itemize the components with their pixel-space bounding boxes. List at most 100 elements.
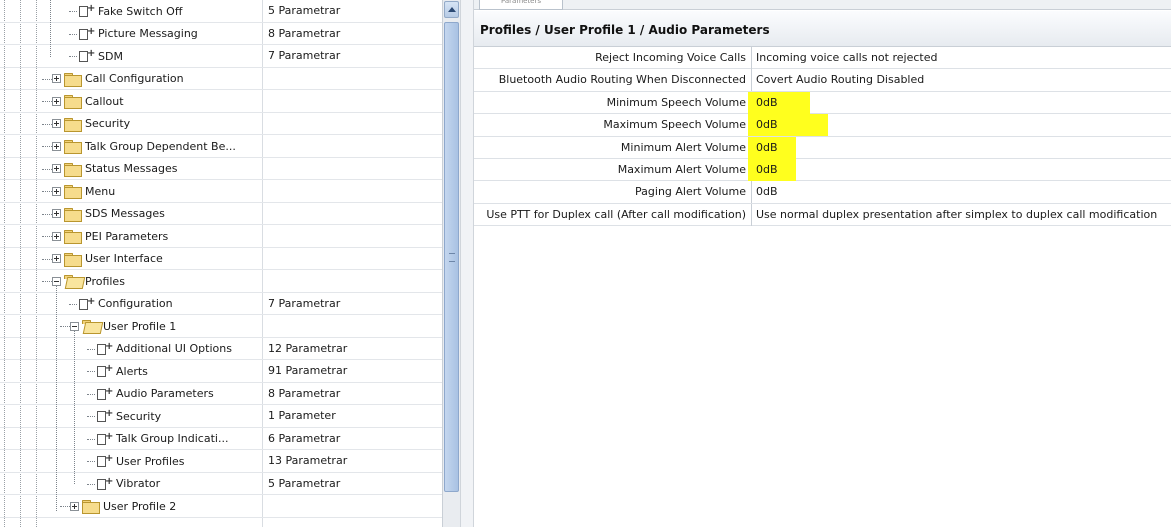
tree-node: User Profiles xyxy=(96,450,185,472)
tree-node: Profiles xyxy=(52,270,125,292)
tree-node-label: Talk Group Indicati... xyxy=(116,432,229,445)
folder-open-icon xyxy=(64,275,81,287)
tree-row[interactable]: Picture Messaging 8 Parametrar xyxy=(0,23,442,45)
tree-row[interactable]: Talk Group Dependent Be... xyxy=(0,135,442,158)
tree-row[interactable]: User Interface xyxy=(0,248,442,270)
tree-row[interactable]: User Profile 2 xyxy=(0,495,442,518)
tree-node-label: Picture Messaging xyxy=(98,27,198,40)
parameter-set-icon xyxy=(78,26,95,40)
collapse-icon[interactable] xyxy=(70,321,79,331)
expand-icon[interactable] xyxy=(52,209,61,218)
parameter-grid: Reject Incoming Voice Calls Incoming voic… xyxy=(474,47,1171,227)
tree-connector xyxy=(74,331,75,484)
parameter-set-icon xyxy=(78,3,95,17)
parameter-row[interactable]: Maximum Alert Volume 0dB xyxy=(474,158,1171,182)
breadcrumb: Profiles / User Profile 1 / Audio Parame… xyxy=(474,11,1171,47)
tree-node: Talk Group Indicati... xyxy=(96,428,228,450)
tree-connector xyxy=(42,78,52,80)
expand-icon[interactable] xyxy=(52,186,61,196)
tree-row[interactable]: Alerts 91 Parametrar xyxy=(0,360,442,383)
tree-scrollbar[interactable] xyxy=(442,0,460,527)
tree-node-label: User Profiles xyxy=(116,454,185,468)
tree-row[interactable]: Call Configuration xyxy=(0,68,442,90)
folder-icon xyxy=(82,500,100,514)
tab-parameters[interactable]: Parameters xyxy=(479,0,563,10)
tree-node: Callout xyxy=(52,90,124,112)
expand-icon[interactable] xyxy=(52,164,61,173)
parameter-set-icon xyxy=(78,296,95,310)
tree-node-label: SDM xyxy=(98,49,123,63)
tree-row[interactable]: Profiles xyxy=(0,270,442,293)
tree-row[interactable]: Status Messages xyxy=(0,158,442,180)
folder-icon xyxy=(64,252,82,267)
tree-row[interactable]: Talk Group Indicati... 6 Parametrar xyxy=(0,428,442,450)
tree-connector xyxy=(42,191,52,192)
parameter-name: Minimum Alert Volume xyxy=(620,140,746,154)
tree-node-label: Alerts xyxy=(116,364,148,378)
parameter-value[interactable]: Use normal duplex presentation after sim… xyxy=(752,204,1157,226)
tree-row[interactable]: Security 1 Parameter xyxy=(0,405,442,428)
tree-row[interactable]: SDS Messages xyxy=(0,203,442,225)
tree-row[interactable]: PEI Parameters xyxy=(0,225,442,248)
parameter-value[interactable]: 0dB xyxy=(752,159,778,181)
tab-strip: Parameters xyxy=(474,0,1171,10)
expand-icon[interactable] xyxy=(52,141,61,151)
tree-row[interactable]: User Profiles 13 Parametrar xyxy=(0,450,442,473)
parameter-value[interactable]: 0dB xyxy=(752,92,778,114)
parameter-value[interactable]: Incoming voice calls not rejected xyxy=(752,47,937,69)
parameters-panel: Parameters Profiles / User Profile 1 / A… xyxy=(474,0,1171,527)
tree-node-count: 5 Parametrar xyxy=(268,476,341,490)
tree-row[interactable]: User Profile 1 xyxy=(0,315,442,338)
parameter-row[interactable]: Bluetooth Audio Routing When Disconnecte… xyxy=(474,69,1171,92)
parameter-row[interactable]: Minimum Alert Volume 0dB xyxy=(474,136,1171,159)
parameter-set-icon xyxy=(96,476,113,490)
parameter-value[interactable]: 0dB xyxy=(752,181,778,203)
collapse-icon[interactable] xyxy=(52,276,61,286)
tree-node: Fake Switch Off xyxy=(78,0,182,22)
scroll-thumb[interactable] xyxy=(444,22,459,492)
tree-row[interactable]: Configuration 7 Parametrar xyxy=(0,293,442,315)
tree-node-label: Security xyxy=(116,409,162,423)
tree-connector xyxy=(69,33,77,35)
expand-icon[interactable] xyxy=(52,254,61,263)
expand-icon[interactable] xyxy=(52,74,61,83)
expand-icon[interactable] xyxy=(70,501,79,511)
parameter-row[interactable]: Use PTT for Duplex call (After call modi… xyxy=(474,203,1171,227)
tree-row[interactable]: Callout xyxy=(0,90,442,113)
tree-connector xyxy=(69,303,77,305)
folder-icon xyxy=(64,140,82,154)
tree-node-count: 7 Parametrar xyxy=(268,296,341,310)
panel-splitter[interactable] xyxy=(460,0,474,527)
folder-icon xyxy=(64,207,82,222)
parameter-value[interactable]: 0dB xyxy=(752,114,778,136)
tree-connector xyxy=(42,213,52,215)
expand-icon[interactable] xyxy=(52,119,61,128)
tree-connector xyxy=(87,416,95,417)
tree-connector xyxy=(87,348,95,350)
tree-row[interactable]: Additional UI Options 12 Parametrar xyxy=(0,338,442,360)
expand-icon[interactable] xyxy=(52,231,61,241)
expand-icon[interactable] xyxy=(52,96,61,106)
parameter-name: Bluetooth Audio Routing When Disconnecte… xyxy=(498,73,746,87)
tree-row[interactable]: SDM 7 Parametrar xyxy=(0,45,442,68)
tree-row[interactable]: Audio Parameters 8 Parametrar xyxy=(0,383,442,405)
scroll-up-arrow-icon[interactable] xyxy=(444,1,459,18)
parameter-row[interactable]: Maximum Speech Volume 0dB xyxy=(474,114,1171,137)
tree-row[interactable]: Fake Switch Off 5 Parametrar xyxy=(0,0,442,23)
tree-node: Status Messages xyxy=(52,158,178,180)
tree-row[interactable]: Vibrator 5 Parametrar xyxy=(0,473,442,495)
folder-icon xyxy=(64,230,82,244)
tree-node: Talk Group Dependent Be... xyxy=(52,135,236,157)
tree-node-label: Security xyxy=(85,117,131,130)
parameter-row[interactable]: Minimum Speech Volume 0dB xyxy=(474,91,1171,115)
tree-row[interactable]: Menu xyxy=(0,180,442,203)
parameter-value[interactable]: 0dB xyxy=(752,137,778,159)
tree-connector xyxy=(56,286,57,511)
parameter-set-icon xyxy=(96,363,113,377)
parameter-set-icon xyxy=(96,431,113,445)
tree-node-label: User Interface xyxy=(85,252,163,265)
parameter-value[interactable]: Covert Audio Routing Disabled xyxy=(752,69,924,91)
parameter-row[interactable]: Reject Incoming Voice Calls Incoming voic… xyxy=(474,47,1171,70)
tree-row[interactable]: Security xyxy=(0,113,442,135)
parameter-row[interactable]: Paging Alert Volume 0dB xyxy=(474,181,1171,204)
